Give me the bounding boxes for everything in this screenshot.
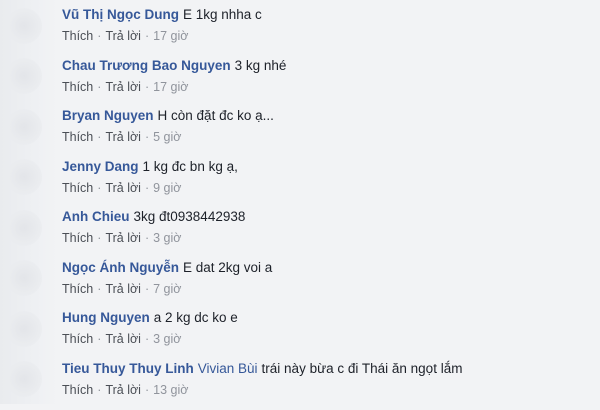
comment-timestamp[interactable]: 13 giờ [153,383,188,397]
separator: · [97,80,101,94]
comment-text: 3kg đt0938442938 [134,209,246,224]
like-link[interactable]: Thích [62,130,93,144]
separator: · [145,231,149,245]
avatar[interactable] [6,361,42,397]
separator: · [97,383,101,397]
comment-body: Ngọc Ánh Nguyễn E dat 2kg voi a [62,259,590,276]
avatar[interactable] [6,210,42,246]
mention-link[interactable]: Vivian Bùi [198,361,258,376]
comment-author-link[interactable]: Ngọc Ánh Nguyễn [62,260,179,275]
comment-timestamp[interactable]: 3 giờ [153,231,181,245]
separator: · [145,282,149,296]
comment-actions: Thích · Trả lời · 17 giờ [62,80,590,95]
comment-author-link[interactable]: Jenny Dang [62,159,139,174]
comment-text: 3 kg nhé [235,58,287,73]
comment-body: Jenny Dang 1 kg đc bn kg ạ, [62,158,590,175]
comment-actions: Thích · Trả lời · 7 giờ [62,282,590,297]
comment-actions: Thích · Trả lời · 3 giờ [62,231,590,246]
comment-text: H còn đặt đc ko ạ... [158,108,274,123]
comment-timestamp[interactable]: 17 giờ [153,80,188,94]
comment-actions: Thích · Trả lời · 5 giờ [62,130,590,145]
comment-item: Bryan NguyenH còn đặt đc ko ạ... Thích·T… [62,107,590,158]
comment-author-link[interactable]: Anh Chieu [62,209,130,224]
reply-link[interactable]: Trả lời [105,383,141,397]
avatar[interactable] [6,58,42,94]
like-link[interactable]: Thích [62,29,93,43]
reply-link[interactable]: Trả lời [105,282,141,296]
comment-actions: Thích · Trả lời · 9 giờ [62,181,590,196]
comment-item: Anh Chieu 3kg đt0938442938 Thích · Trả lời ·… [62,208,590,259]
comment-actions: Thích · Trả lời · 3 giờ [62,332,590,347]
comment-body: Hung Nguyen a 2 kg dc ko e [62,309,590,326]
comment-timestamp[interactable]: 5 giờ [153,130,181,144]
comment-timestamp[interactable]: 7 giờ [153,282,181,296]
like-link[interactable]: Thích [62,383,93,397]
comment-author-link[interactable]: Chau Trương Bao Nguyen [62,58,231,73]
separator: · [145,130,149,144]
comment-item: Ngọc Ánh Nguyễn E dat 2kg voi a Thích · Trả… [62,259,590,310]
avatar[interactable] [6,109,42,145]
like-link[interactable]: Thích [62,332,93,346]
comment-actions: Thích · Trả lời · 17 giờ [62,29,590,44]
comment-item: Vũ Thị Ngọc Dung E 1kg nhha c Thích · Trả l… [62,6,590,57]
reply-link[interactable]: Trả lời [105,332,141,346]
comment-body: Vũ Thị Ngọc Dung E 1kg nhha c [62,6,590,23]
reply-link[interactable]: Trả lời [105,181,141,195]
avatar[interactable] [6,8,42,44]
separator: · [97,282,101,296]
like-link[interactable]: Thích [62,282,93,296]
like-link[interactable]: Thích [62,181,93,195]
comment-item: Jenny Dang 1 kg đc bn kg ạ, Thích · Trả lời… [62,158,590,209]
separator: · [97,29,101,43]
separator: · [97,332,101,346]
comment-body: Tieu Thuy Thuy Linh Vivian Bùi trái này bừ… [62,360,590,377]
reply-link[interactable]: Trả lời [105,29,141,43]
reply-link[interactable]: Trả lời [105,80,141,94]
comment-body: Bryan Nguyen H còn đặt đc ko ạ... [62,107,590,124]
reply-link[interactable]: Trả lời [105,231,141,245]
like-link[interactable]: Thích [62,80,93,94]
avatar-column [0,0,58,404]
comment-author-link[interactable]: Hung Nguyen [62,310,150,325]
avatar[interactable] [6,311,42,347]
comment-text: E dat 2kg voi a [183,260,272,275]
comment-timestamp[interactable]: 9 giờ [153,181,181,195]
comment-author-link[interactable]: Bryan Nguyen [62,108,154,123]
comment-timestamp[interactable]: 17 giờ [153,29,188,43]
comment-timestamp[interactable]: 3 giờ [153,332,181,346]
comment-text: trái này bừa c đi Thái ăn ngọt lắm [262,361,463,376]
separator: · [145,181,149,195]
comment-author-link[interactable]: Vũ Thị Ngọc Dung [62,7,179,22]
comment-text: E 1kg nhha c [183,7,262,22]
separator: · [145,80,149,94]
like-link[interactable]: Thích [62,231,93,245]
comment-item: Chau Trương Bao Nguyen 3 kg nhé Thích · Trả… [62,57,590,108]
separator: · [97,181,101,195]
comment-body: Anh Chieu 3kg đt0938442938 [62,208,590,225]
comment-author-link[interactable]: Tieu Thuy Thuy Linh [62,361,194,376]
comment-item: Hung Nguyen a 2 kg dc ko e Thích · Trả lời ·… [62,309,590,360]
comment-actions: Thích · Trả lời · 13 giờ [62,383,590,398]
comment-item: Tieu Thuy Thuy Linh Vivian Bùi trái này bừ… [62,360,590,410]
comment-list: Vũ Thị Ngọc Dung E 1kg nhha c Thích · Trả l… [62,6,590,410]
reply-link[interactable]: Trả lời [105,130,141,144]
separator: · [145,29,149,43]
comment-text: 1 kg đc bn kg ạ, [143,159,238,174]
comment-text: a 2 kg dc ko e [154,310,238,325]
separator: · [97,130,101,144]
avatar[interactable] [6,260,42,296]
separator: · [97,231,101,245]
comment-body: Chau Trương Bao Nguyen 3 kg nhé [62,57,590,74]
separator: · [145,383,149,397]
avatar[interactable] [6,159,42,195]
separator: · [145,332,149,346]
